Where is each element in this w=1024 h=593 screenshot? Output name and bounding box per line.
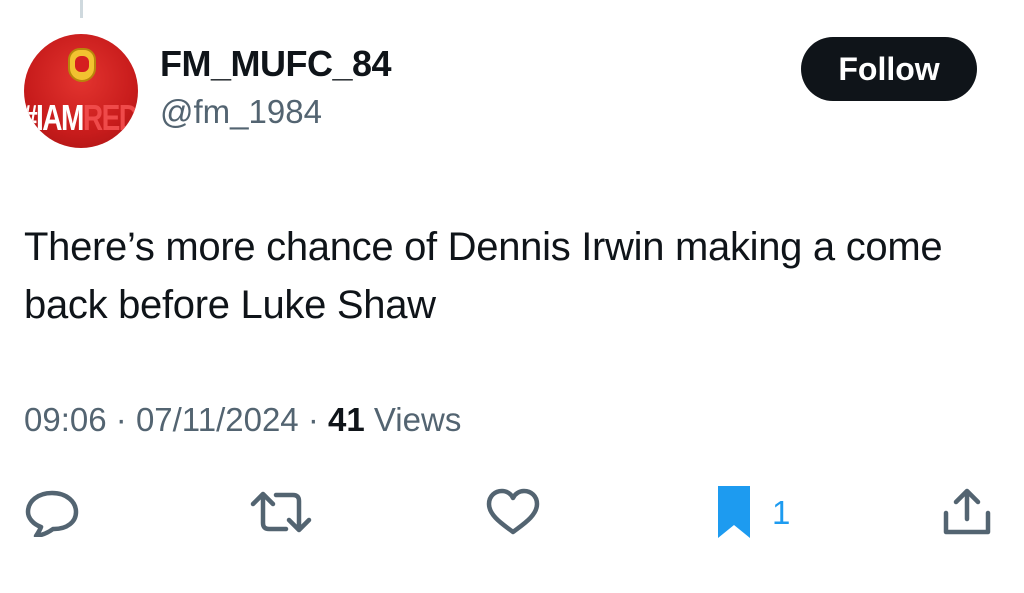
- follow-button[interactable]: Follow: [801, 37, 977, 101]
- tweet-time[interactable]: 09:06: [24, 401, 107, 438]
- author-display-name[interactable]: FM_MUFC_84: [160, 44, 392, 84]
- tweet-text: There’s more chance of Dennis Irwin maki…: [24, 225, 943, 327]
- bookmark-icon: [718, 486, 750, 538]
- meta-separator: ·: [307, 401, 319, 438]
- heart-icon: [486, 488, 540, 535]
- author-handle[interactable]: @fm_1984: [160, 93, 322, 130]
- avatar-wordmark: #IAMRED: [24, 97, 138, 138]
- bookmark-button[interactable]: 1: [716, 486, 791, 538]
- like-button[interactable]: [484, 487, 542, 537]
- club-crest-icon: [68, 48, 96, 82]
- views-count: 41: [328, 401, 365, 438]
- share-icon: [943, 488, 991, 535]
- bookmark-count: 1: [772, 493, 791, 531]
- retweet-icon: [250, 491, 312, 533]
- meta-separator: ·: [115, 401, 127, 438]
- thread-connector-line: [80, 0, 83, 18]
- retweet-button[interactable]: [246, 487, 316, 537]
- avatar-wordmark-red: RED: [82, 97, 138, 138]
- reply-button[interactable]: [23, 487, 81, 537]
- share-button[interactable]: [938, 487, 996, 537]
- views-label: Views: [373, 401, 462, 438]
- avatar[interactable]: #IAMRED: [24, 34, 138, 148]
- tweet-meta: 09:06 · 07/11/2024 · 41 Views: [24, 400, 461, 440]
- reply-icon: [25, 490, 79, 537]
- avatar-wordmark-white: #IAM: [24, 97, 84, 138]
- tweet-date[interactable]: 07/11/2024: [136, 401, 299, 438]
